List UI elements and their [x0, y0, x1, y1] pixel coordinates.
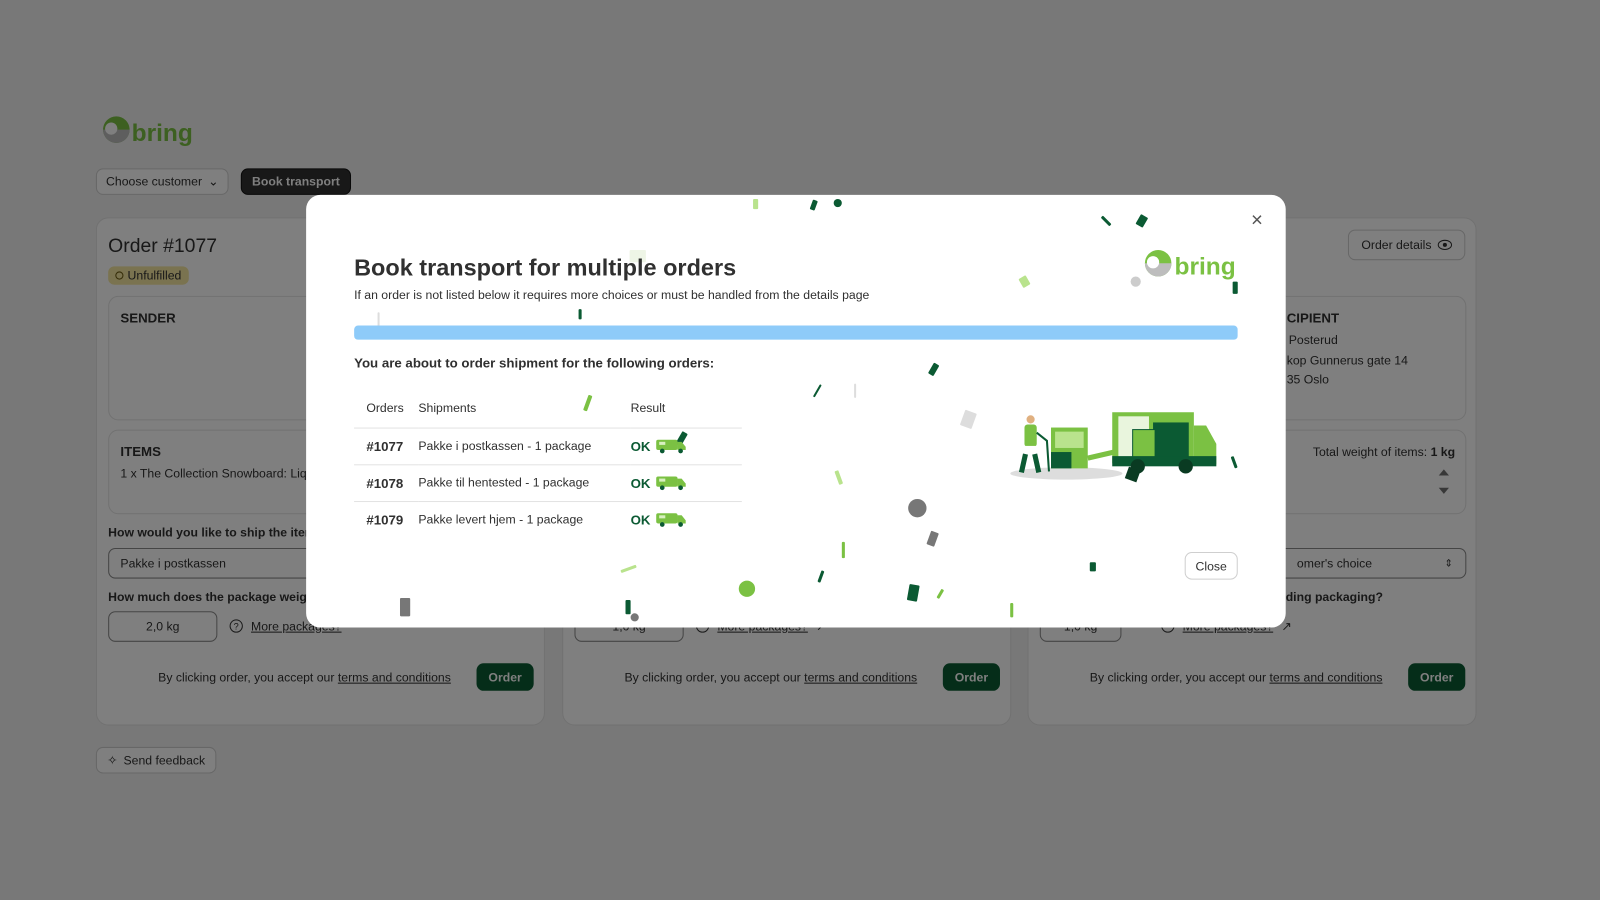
confetti-piece	[738, 580, 756, 597]
confetti-piece	[1230, 455, 1238, 469]
confetti-piece	[809, 199, 818, 211]
column-shipments: Shipments	[418, 388, 631, 429]
confetti-piece	[1130, 276, 1141, 287]
logo-text: bring	[1174, 253, 1236, 281]
confetti-piece	[908, 498, 927, 518]
result: OK	[630, 464, 742, 502]
result: OK	[631, 501, 742, 538]
confetti-piece	[817, 570, 825, 583]
confetti-piece	[578, 309, 582, 320]
confetti-piece	[1010, 603, 1014, 618]
confetti-piece	[625, 599, 631, 615]
confetti-piece	[834, 470, 844, 485]
column-orders: Orders	[354, 388, 419, 429]
result-status: OK	[630, 511, 651, 528]
book-transport-modal: × bring Book transport for multiple orde…	[306, 194, 1286, 628]
confetti-piece	[812, 384, 822, 398]
close-label: Close	[1195, 558, 1227, 573]
order-number: #1079	[366, 511, 404, 528]
shipment: Pakke til hentested - 1 package	[418, 464, 631, 502]
confetti-piece	[854, 383, 857, 398]
modal-bring-logo: bring	[1144, 247, 1236, 282]
shipment: Pakke levert hjem - 1 package	[418, 512, 584, 527]
confetti-piece	[399, 597, 411, 617]
order-number: #1078	[354, 464, 419, 502]
confetti-piece	[927, 362, 940, 377]
result-status: OK	[630, 438, 651, 454]
delivery-illustration	[1010, 407, 1224, 494]
confetti-piece	[1135, 214, 1149, 228]
column-result: Result	[630, 388, 742, 429]
confetti-piece	[959, 409, 977, 430]
order-number: #1077	[354, 427, 419, 465]
confetti-piece	[1100, 215, 1112, 227]
result-status: OK	[630, 474, 651, 491]
table-row: #1079 Pakke levert hjem - 1 package OK	[354, 501, 742, 538]
table-row: #1078 Pakke til hentested - 1 package OK	[354, 464, 742, 502]
table-row: #1077 Pakke i postkassen - 1 package OK	[354, 427, 742, 465]
confetti-piece	[936, 588, 945, 600]
orders-table: Orders Shipments Result #1077 Pakke i pos…	[354, 388, 742, 538]
confetti-piece	[1232, 281, 1238, 294]
truck-icon	[655, 439, 686, 453]
confetti-piece	[753, 198, 759, 210]
confetti-piece	[630, 613, 639, 622]
confetti-piece	[1018, 275, 1031, 289]
progress-fill	[354, 325, 1238, 340]
confetti-piece	[906, 583, 920, 602]
close-icon[interactable]: ×	[1251, 209, 1263, 232]
result: OK	[630, 427, 742, 465]
modal-subtitle: If an order is not listed below it requi…	[354, 287, 870, 303]
truck-icon	[655, 476, 686, 490]
close-button[interactable]: Close	[1184, 552, 1238, 580]
bring-logo-icon	[1144, 249, 1172, 277]
confetti-piece	[1089, 562, 1096, 572]
shipment: Pakke i postkassen - 1 package	[418, 427, 631, 465]
modal-title: Book transport for multiple orders	[354, 254, 737, 281]
confetti-piece	[620, 564, 637, 574]
truck-icon	[655, 513, 686, 527]
confetti-piece	[841, 541, 845, 559]
confetti-piece	[833, 198, 842, 208]
confetti-piece	[926, 530, 939, 547]
modal-heading: You are about to order shipment for the …	[354, 355, 715, 371]
progress-bar	[354, 325, 1238, 340]
